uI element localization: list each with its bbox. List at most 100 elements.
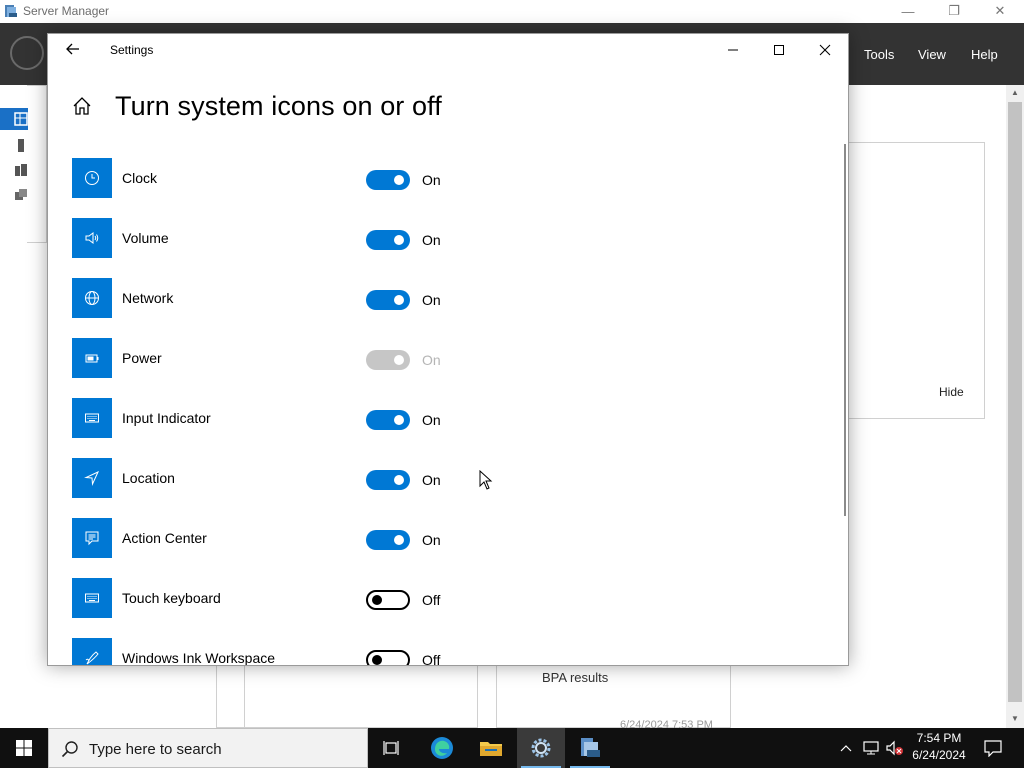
close-icon [819, 44, 831, 56]
toggle-state: On [422, 472, 441, 488]
power-icon [72, 338, 112, 378]
server-manager-title: Server Manager [23, 4, 110, 18]
dashboard-icon[interactable] [14, 112, 28, 126]
item-label: Location [122, 470, 175, 486]
search-placeholder: Type here to search [89, 741, 222, 758]
taskbar: Type here to search 7:54 PM 6/24/2024 [0, 728, 1024, 768]
taskbar-server-manager[interactable] [566, 728, 614, 768]
sm-tile-left [216, 666, 246, 728]
minimize-button[interactable] [710, 34, 756, 66]
pen-icon [72, 638, 112, 665]
sm-menu-view[interactable]: View [918, 47, 946, 62]
edge-icon [431, 737, 453, 759]
sm-bpa-results[interactable]: BPA results [542, 670, 608, 685]
start-button[interactable] [0, 728, 48, 768]
item-label: Power [122, 350, 162, 366]
toggle-network[interactable] [366, 290, 410, 310]
toggle-windows-ink[interactable] [366, 650, 410, 665]
toggle-state: On [422, 532, 441, 548]
clock-date[interactable]: 6/24/2024 [908, 748, 970, 762]
task-view-button[interactable] [368, 728, 416, 768]
folder-icon [480, 742, 502, 756]
list-item-network: Network On [72, 278, 572, 318]
list-item-clock: Clock On [72, 158, 572, 198]
back-arrow-icon[interactable] [64, 40, 82, 58]
item-label: Clock [122, 170, 158, 186]
sm-back-button[interactable] [10, 36, 44, 70]
toggle-power [366, 350, 410, 370]
toggle-volume[interactable] [366, 230, 410, 250]
volume-muted-icon [886, 740, 903, 756]
sm-scroll-down-icon[interactable]: ▼ [1008, 714, 1022, 723]
sm-welcome-panel [848, 142, 985, 419]
toggle-input-indicator[interactable] [366, 410, 410, 430]
item-label: Action Center [122, 530, 207, 546]
clock-time[interactable]: 7:54 PM [912, 731, 966, 745]
network-tray-icon [863, 741, 879, 755]
taskbar-file-explorer[interactable] [467, 728, 515, 768]
server-manager-titlebar: Server Manager — ❐ ✕ [0, 0, 1024, 23]
toggle-state: On [422, 352, 441, 368]
toggle-location[interactable] [366, 470, 410, 490]
server-manager-icon [5, 5, 17, 17]
list-item-input-indicator: Input Indicator On [72, 398, 572, 438]
search-icon [61, 741, 78, 758]
sm-hide-link[interactable]: Hide [939, 385, 964, 399]
action-center-button[interactable] [978, 728, 1008, 768]
toggle-action-center[interactable] [366, 530, 410, 550]
server-manager-taskbar-icon [581, 738, 600, 757]
maximize-button[interactable] [756, 34, 802, 66]
volume-icon [72, 218, 112, 258]
toggle-state: On [422, 412, 441, 428]
toggle-state: Off [422, 592, 441, 608]
toggle-touch-keyboard[interactable] [366, 590, 410, 610]
keyboard-icon [72, 398, 112, 438]
item-label: Input Indicator [122, 410, 211, 426]
local-server-icon[interactable] [14, 138, 28, 152]
toggle-state: On [422, 232, 441, 248]
page-title: Turn system icons on or off [115, 91, 442, 121]
settings-scrollbar[interactable] [844, 144, 846, 516]
all-servers-icon[interactable] [14, 163, 28, 177]
list-item-action-center: Action Center On [72, 518, 572, 558]
taskbar-edge[interactable] [418, 728, 466, 768]
notification-icon [984, 740, 1002, 757]
item-label: Volume [122, 230, 169, 246]
settings-app-title: Settings [110, 43, 154, 57]
tray-network[interactable] [860, 728, 882, 768]
task-view-icon [383, 741, 399, 755]
home-icon[interactable] [72, 96, 92, 116]
sm-menu-tools[interactable]: Tools [864, 47, 894, 62]
show-hidden-icons[interactable] [836, 728, 856, 768]
sm-close-button[interactable]: ✕ [977, 1, 1023, 21]
toggle-state: On [422, 292, 441, 308]
settings-window: Settings Turn system icons on or off Clo… [47, 33, 849, 666]
sm-restore-button[interactable]: ❐ [931, 1, 977, 21]
tray-volume[interactable] [884, 728, 906, 768]
list-item-windows-ink: Windows Ink Workspace Off [72, 638, 572, 666]
sm-menu-help[interactable]: Help [971, 47, 998, 62]
maximize-icon [774, 45, 784, 55]
windows-logo-icon [16, 740, 32, 756]
item-label: Windows Ink Workspace [122, 650, 276, 666]
minimize-icon [728, 49, 738, 51]
taskbar-settings[interactable] [517, 728, 565, 768]
item-label: Network [122, 290, 174, 306]
toggle-clock[interactable] [366, 170, 410, 190]
close-button[interactable] [802, 34, 848, 66]
file-services-icon[interactable] [14, 188, 28, 202]
taskbar-search-box[interactable]: Type here to search [48, 728, 368, 768]
network-icon [72, 278, 112, 318]
sm-left-panel [27, 85, 47, 243]
action-center-icon [72, 518, 112, 558]
clock-icon [72, 158, 112, 198]
toggle-state: On [422, 172, 441, 188]
sm-minimize-button[interactable]: — [885, 1, 931, 21]
sm-scroll-up-icon[interactable]: ▲ [1008, 88, 1022, 97]
location-icon [72, 458, 112, 498]
toggle-state: Off [422, 652, 441, 666]
sm-tile-middle [244, 666, 478, 728]
chevron-up-icon [840, 745, 852, 752]
sm-scroll-thumb[interactable] [1008, 102, 1022, 702]
mouse-cursor-icon [479, 470, 493, 490]
